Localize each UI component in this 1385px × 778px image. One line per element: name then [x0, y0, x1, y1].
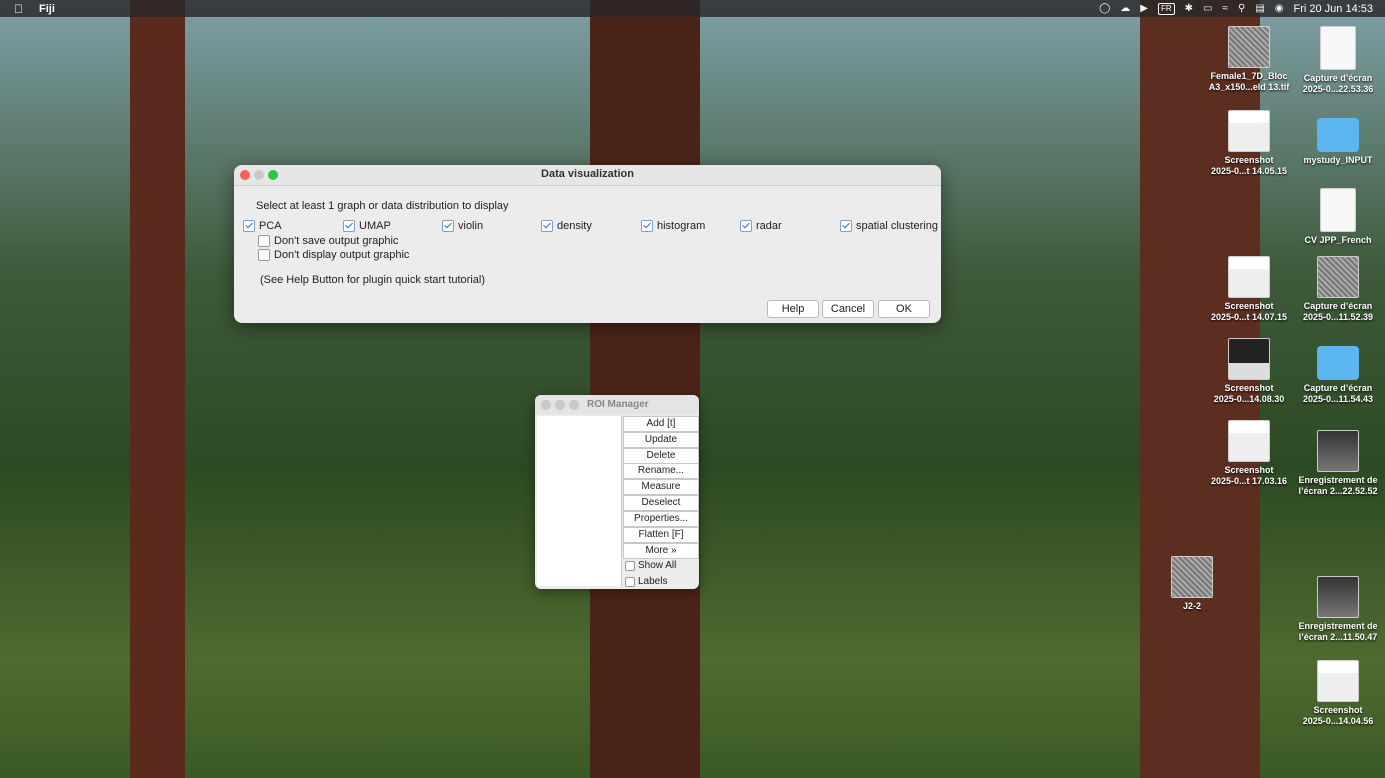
desktop-file-j2-2[interactable]: J2-2 [1146, 556, 1238, 612]
option-histogram[interactable]: histogram [641, 220, 705, 232]
folder-icon [1317, 346, 1359, 380]
option-radar[interactable]: radar [740, 220, 782, 232]
checkbox[interactable] [625, 576, 635, 587]
dialog-titlebar[interactable]: Data visualization [234, 165, 941, 186]
bluetooth-icon[interactable]: ✱ [1185, 3, 1193, 14]
checkbox[interactable] [442, 220, 454, 232]
desktop-file-capture[interactable]: Capture d’écran 2025-0...11.54.43 [1292, 338, 1384, 405]
cancel-button[interactable]: Cancel [822, 300, 874, 318]
screenshot-thumbnail-icon [1228, 256, 1270, 298]
desktop-folder-mystudy-input[interactable]: mystudy_INPUT [1292, 110, 1384, 166]
zoom-button[interactable] [569, 400, 579, 410]
checkbox[interactable] [343, 220, 355, 232]
option-umap[interactable]: UMAP [343, 220, 391, 232]
option-spatial-clustering[interactable]: spatial clustering [840, 220, 938, 232]
labels-option[interactable]: Labels [625, 576, 667, 587]
search-icon[interactable]: ⚲ [1238, 3, 1245, 14]
properties-button[interactable]: Properties... [623, 511, 699, 527]
desktop-file-recording[interactable]: Enregistrement de l’écran 2...11.50.47 [1292, 576, 1384, 643]
ok-button[interactable]: OK [878, 300, 930, 318]
roi-manager-window: ROI Manager Add [t] Update Delete Rename… [535, 395, 699, 589]
desktop-file-screenshot[interactable]: Screenshot 2025-0...t 14.05.15 [1203, 110, 1295, 177]
more-button[interactable]: More » [623, 543, 699, 559]
desktop-file-capture[interactable]: Capture d’écran 2025-0...22.53.36 [1292, 26, 1384, 95]
desktop-file-screenshot[interactable]: Screenshot 2025-0...14.04.56 [1292, 660, 1384, 727]
keyboard-input-indicator[interactable]: FR [1157, 2, 1175, 15]
screenshot-thumbnail-icon [1228, 110, 1270, 152]
instruction-text: Select at least 1 graph or data distribu… [256, 200, 509, 212]
desktop-file-female1-tif[interactable]: Female1_7D_Bloc A3_x150...eld 13.tif [1203, 26, 1295, 93]
update-button[interactable]: Update [623, 432, 699, 448]
add-button[interactable]: Add [t] [623, 416, 699, 432]
checkbox[interactable] [840, 220, 852, 232]
play-icon[interactable]: ▶ [1140, 3, 1148, 14]
clock[interactable]: Fri 20 Jun 14:53 [1294, 3, 1374, 15]
checkbox[interactable] [258, 249, 270, 261]
checkbox[interactable] [641, 220, 653, 232]
desktop-file-screenshot[interactable]: Screenshot 2025-0...14.08.30 [1203, 338, 1295, 405]
dont-display-option[interactable]: Don't display output graphic [258, 249, 409, 261]
rename-button[interactable]: Rename... [623, 463, 699, 479]
checkbox[interactable] [541, 220, 553, 232]
roi-title: ROI Manager [587, 399, 649, 410]
document-thumbnail-icon [1320, 26, 1356, 70]
flatten-button[interactable]: Flatten [F] [623, 527, 699, 543]
dont-save-option[interactable]: Don't save output graphic [258, 235, 398, 247]
screenshot-thumbnail-icon [1228, 338, 1270, 380]
cloud-icon[interactable]: ☁ [1120, 3, 1130, 14]
image-thumbnail-icon [1171, 556, 1213, 598]
data-visualization-dialog: Data visualization Select at least 1 gra… [234, 165, 941, 323]
desktop-file-capture[interactable]: Capture d’écran 2025-0...11.52.39 [1292, 256, 1384, 323]
delete-button[interactable]: Delete [623, 448, 699, 464]
minimize-button[interactable] [555, 400, 565, 410]
close-button[interactable] [541, 400, 551, 410]
checkbox[interactable] [258, 235, 270, 247]
control-center-icon[interactable]: ▤ [1255, 3, 1264, 14]
menu-bar:  Fiji ◯ ☁ ▶ FR ✱ ▭ ≈ ⚲ ▤ ◉ Fri 20 Jun 1… [0, 0, 1385, 17]
option-density[interactable]: density [541, 220, 592, 232]
checkbox[interactable] [625, 560, 635, 571]
image-thumbnail-icon [1228, 26, 1270, 68]
battery-icon[interactable]: ▭ [1203, 3, 1212, 14]
desktop-file-screenshot[interactable]: Screenshot 2025-0...t 17.03.16 [1203, 420, 1295, 487]
shield-icon[interactable]: ◯ [1099, 3, 1110, 14]
siri-icon[interactable]: ◉ [1275, 3, 1284, 14]
desktop-file-screenshot[interactable]: Screenshot 2025-0...t 14.07.15 [1203, 256, 1295, 323]
measure-button[interactable]: Measure [623, 479, 699, 495]
wifi-icon[interactable]: ≈ [1222, 3, 1228, 14]
folder-icon [1317, 118, 1359, 152]
image-thumbnail-icon [1317, 256, 1359, 298]
help-note: (See Help Button for plugin quick start … [260, 274, 486, 286]
desktop-file-recording[interactable]: Enregistrement de l’écran 2...22.52.52 [1292, 430, 1384, 497]
deselect-button[interactable]: Deselect [623, 495, 699, 511]
roi-titlebar[interactable]: ROI Manager [535, 395, 699, 414]
checkbox[interactable] [740, 220, 752, 232]
apple-menu-icon[interactable]:  [14, 2, 23, 16]
show-all-option[interactable]: Show All [625, 560, 676, 571]
roi-list[interactable] [537, 416, 622, 586]
video-thumbnail-icon [1317, 430, 1359, 472]
document-thumbnail-icon [1320, 188, 1356, 232]
option-violin[interactable]: violin [442, 220, 483, 232]
desktop-file-cv[interactable]: CV JPP_French [1292, 188, 1384, 246]
screenshot-thumbnail-icon [1228, 420, 1270, 462]
checkbox[interactable] [243, 220, 255, 232]
app-menu-fiji[interactable]: Fiji [39, 3, 55, 15]
screenshot-thumbnail-icon [1317, 660, 1359, 702]
video-thumbnail-icon [1317, 576, 1359, 618]
option-pca[interactable]: PCA [243, 220, 282, 232]
help-button[interactable]: Help [767, 300, 819, 318]
dialog-title: Data visualization [541, 168, 634, 180]
